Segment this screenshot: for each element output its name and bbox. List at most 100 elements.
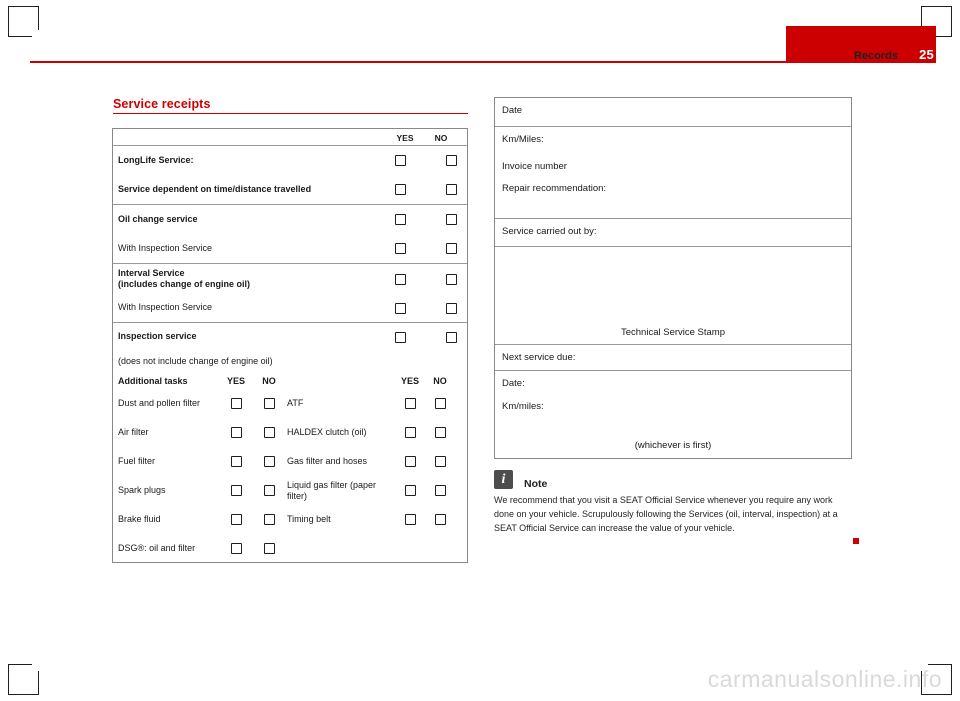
note-title: Note [524, 478, 548, 490]
left-table-column-headers: YES NO [113, 129, 467, 145]
checkbox-yes-right[interactable] [404, 485, 416, 496]
row-label-left: DSG®: oil and filter [118, 542, 196, 553]
column-header-no-left: NO [262, 376, 276, 386]
checkbox-yes[interactable] [395, 331, 406, 343]
field-repair-recommendation: Repair recommendation: [502, 182, 607, 194]
checkbox-no-left[interactable] [263, 456, 275, 467]
checkbox-no-left[interactable] [263, 398, 275, 409]
watermark: carmanualsonline.info [707, 666, 942, 692]
checkbox-yes-right[interactable] [404, 514, 416, 525]
checkbox-yes[interactable] [395, 214, 406, 225]
row-checkboxes [395, 243, 467, 254]
checkbox-no[interactable] [446, 214, 457, 225]
checkbox-no-right[interactable] [434, 427, 446, 438]
checkbox-no-right[interactable] [434, 398, 446, 409]
checkbox-no[interactable] [446, 243, 457, 254]
row-label: Service dependent on time/distance trave… [118, 183, 312, 194]
row-label-left: Dust and pollen filter [118, 398, 201, 409]
checkbox-yes-right[interactable] [404, 456, 416, 467]
service-receipts-table: YES NO LongLife Service: Service depende… [112, 128, 468, 563]
field-group-next-date-km: Date: Km/miles: [495, 370, 851, 434]
checkbox-no-right[interactable] [434, 514, 446, 525]
row-label-left: Brake fluid [118, 514, 161, 525]
row-label: With Inspection Service [118, 302, 213, 313]
checkbox-cell [251, 427, 287, 438]
table-row: Air filter HALDEX clutch (oil) [113, 418, 467, 447]
checkbox-no[interactable] [446, 184, 457, 195]
checkbox-yes[interactable] [395, 273, 406, 285]
checkbox-yes[interactable] [395, 184, 406, 195]
row-label: Oil change service [118, 213, 198, 224]
row-label: Inspection service [118, 331, 197, 342]
checkbox-yes-left[interactable] [230, 427, 242, 438]
checkbox-no-left[interactable] [263, 427, 275, 438]
row-checkboxes [395, 155, 467, 166]
table-row: LongLife Service: [113, 145, 467, 175]
table-row: (does not include change of engine oil) [113, 351, 467, 373]
row-label: (does not include change of engine oil) [118, 356, 273, 367]
checkbox-yes-left[interactable] [230, 485, 242, 496]
checkbox-cell [425, 514, 455, 525]
checkbox-yes[interactable] [395, 155, 406, 166]
field-km-miles: Km/Miles: [502, 134, 544, 145]
checkbox-yes-left[interactable] [230, 542, 242, 554]
checkbox-no-right[interactable] [434, 485, 446, 496]
row-label-right: HALDEX clutch (oil) [287, 427, 367, 438]
field-next-service-due: Next service due: [495, 344, 851, 370]
table-row: Dust and pollen filter ATF [113, 389, 467, 418]
checkbox-no[interactable] [446, 155, 457, 166]
row-label: Interval Service (includes change of eng… [118, 267, 251, 289]
checkbox-cell [221, 542, 251, 554]
checkbox-no[interactable] [446, 302, 457, 314]
row-label-left: Spark plugs [118, 485, 166, 496]
checkbox-no[interactable] [446, 331, 457, 343]
checkbox-cell [221, 485, 251, 496]
checkbox-no-left[interactable] [263, 485, 275, 496]
row-checkboxes [395, 214, 467, 225]
table-row: Interval Service (includes change of eng… [113, 263, 467, 294]
technical-service-stamp-area: Technical Service Stamp [495, 246, 851, 344]
checkbox-cell [425, 485, 455, 496]
checkbox-yes[interactable] [395, 243, 406, 254]
crop-mark-bottom-left [8, 664, 39, 695]
checkbox-no-left[interactable] [263, 542, 275, 554]
checkbox-cell [395, 514, 425, 525]
row-label: LongLife Service: [118, 154, 194, 165]
header-rule [30, 61, 936, 63]
checkbox-yes-right[interactable] [404, 398, 416, 409]
registration-tick-bottom-left-h [8, 664, 32, 665]
checkbox-no-right[interactable] [434, 456, 446, 467]
field-service-carried-out-by: Service carried out by: [495, 218, 851, 246]
table-row: With Inspection Service [113, 294, 467, 322]
field-invoice-number: Invoice number [502, 161, 567, 173]
field-date: Date [502, 105, 523, 116]
checkbox-no[interactable] [446, 273, 457, 285]
checkbox-no-left[interactable] [263, 514, 275, 525]
checkbox-yes-left[interactable] [230, 456, 242, 467]
note-body: We recommend that you visit a SEAT Offic… [494, 495, 838, 533]
table-row: Inspection service [113, 322, 467, 351]
end-of-section-marker [853, 538, 859, 544]
crop-mark-top-left [8, 6, 39, 37]
row-label: With Inspection Service [118, 242, 213, 253]
section-rule [113, 113, 468, 114]
checkbox-cell [251, 485, 287, 496]
checkbox-yes-right[interactable] [404, 427, 416, 438]
checkbox-yes-left[interactable] [230, 514, 242, 525]
checkbox-yes-left[interactable] [230, 398, 242, 409]
row-checkboxes [395, 302, 467, 314]
table-row: Fuel filter Gas filter and hoses [113, 447, 467, 476]
checkbox-cell [221, 456, 251, 467]
table-row: Brake fluid Timing belt [113, 505, 467, 534]
information-icon-glyph: i [501, 472, 506, 487]
checkbox-yes[interactable] [395, 302, 406, 314]
row-label-right: ATF [287, 398, 304, 409]
stamp-label: Technical Service Stamp [620, 327, 726, 338]
registration-tick-left-h [8, 36, 32, 37]
table-row: Service dependent on time/distance trave… [113, 175, 467, 204]
checkbox-cell [425, 427, 455, 438]
checkbox-cell [395, 485, 425, 496]
row-label-left: Fuel filter [118, 456, 156, 467]
registration-tick-left [38, 6, 39, 30]
page-title: Service receipts [113, 97, 211, 111]
